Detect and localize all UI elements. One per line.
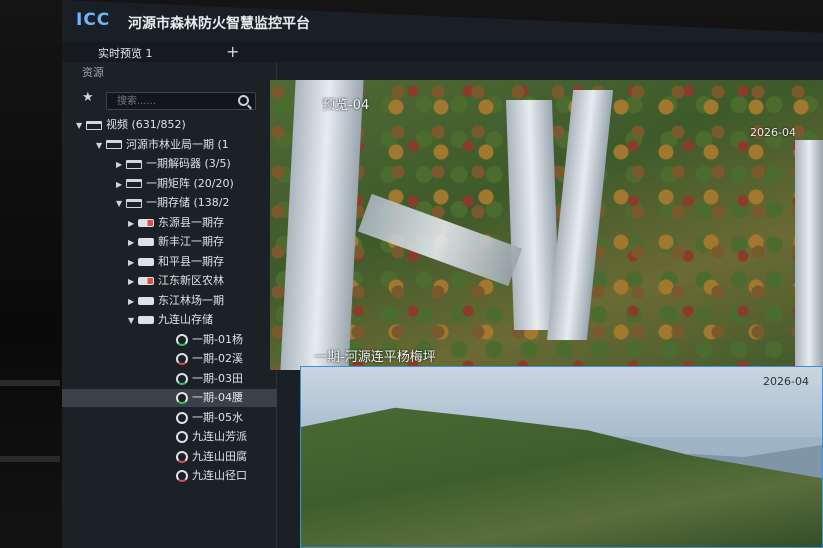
caret-right-icon[interactable]: ▶ (128, 258, 138, 267)
caret-right-icon[interactable]: ▶ (128, 277, 138, 286)
tree-node-label: 和平县一期存 (158, 254, 224, 268)
tree-node[interactable]: ▶ 新丰江一期存 (128, 233, 224, 251)
search-box[interactable] (106, 92, 256, 110)
tree-node-label: 一期矩阵 (20/20) (146, 176, 234, 190)
tree-node-label: 一期存储 (138/2 (146, 196, 230, 209)
camera-icon (176, 411, 188, 424)
tree-node[interactable]: ▶ 和平县一期存 (128, 253, 224, 271)
tree-node-label: 一期-05水 (192, 410, 243, 424)
camera-icon (176, 470, 188, 482)
caret-down-icon[interactable]: ▼ (128, 316, 138, 325)
caret-down-icon[interactable]: ▼ (116, 199, 126, 208)
tree-node-label: 江东新区农林 (158, 274, 224, 287)
search-input[interactable] (117, 94, 227, 108)
tree-node-label: 九连山存储 (158, 313, 213, 326)
camera-icon (176, 392, 188, 404)
camera-icon (176, 450, 188, 463)
tree-node-label: 一期-02溪 (192, 352, 243, 365)
camera-icon (176, 431, 188, 443)
tree-node[interactable]: ▶ 江东新区农林 (128, 272, 224, 290)
search-icon[interactable] (238, 95, 249, 106)
storage-device-icon (138, 238, 154, 246)
monitor-screen: ICC 河源市森林防火智慧监控平台 实时预览 1 + 资源 ★ ▼ 视频 (631… (62, 0, 823, 548)
tree-node[interactable]: ▶ 一期矩阵 (20/20) (116, 175, 234, 193)
app-title: 河源市森林防火智慧监控平台 (128, 16, 310, 32)
tree-node[interactable]: ▶ 一期解码器 (3/5) (116, 155, 231, 173)
tree-node[interactable]: 一期-04腰 (62, 389, 277, 407)
org-folder-icon (126, 179, 142, 188)
tree-node-label: 一期-03田 (192, 371, 243, 385)
tab-live-preview[interactable]: 实时预览 1 (98, 45, 153, 61)
tree-node-label: 东源县一期存 (158, 215, 224, 229)
tree-node[interactable]: 九连山芳派 (166, 428, 247, 446)
room-light-stripe (0, 456, 60, 462)
app-logo: ICC (76, 10, 111, 30)
caret-right-icon[interactable]: ▶ (116, 180, 126, 189)
tile-timestamp: 2026-04 (763, 375, 809, 388)
caret-right-icon[interactable]: ▶ (128, 297, 138, 306)
favorites-star-icon[interactable]: ★ (82, 90, 94, 105)
caret-right-icon[interactable]: ▶ (128, 238, 138, 247)
sidebar-header: 资源 (82, 66, 104, 79)
tree-node-label: 一期解码器 (3/5) (146, 157, 231, 170)
org-folder-icon (126, 159, 142, 169)
tree-node[interactable]: 九连山田腐 (166, 448, 247, 466)
tree-node[interactable]: 一期-05水 (166, 409, 243, 427)
storage-device-icon (138, 257, 154, 266)
caret-right-icon[interactable]: ▶ (128, 219, 138, 228)
camera-icon (176, 333, 188, 346)
tree-node[interactable]: ▶ 东源县一期存 (128, 214, 224, 232)
tree-node-label: 东江林场一期 (158, 293, 224, 307)
tree-node-label: 视频 (631/852) (106, 118, 186, 131)
tree-node-label: 九连山芳派 (192, 430, 247, 443)
storage-device-icon (138, 218, 154, 227)
tree-node[interactable]: 九连山径口 (166, 467, 247, 485)
tile-timestamp: 2026-04 (750, 126, 796, 139)
tree-node-label: 新丰江一期存 (158, 235, 224, 248)
video-tile-2[interactable]: 2026-04 (300, 366, 823, 548)
org-folder-icon (126, 198, 142, 208)
org-folder-icon (86, 120, 102, 130)
tree-node[interactable]: ▼ 视频 (631/852) (76, 116, 186, 134)
caret-right-icon[interactable]: ▶ (116, 160, 126, 169)
tree-node[interactable]: 一期-02溪 (166, 350, 243, 368)
caret-down-icon[interactable]: ▼ (76, 121, 86, 130)
camera-icon (176, 353, 188, 365)
tree-node[interactable]: ▼ 河源市林业局一期 (1 (96, 136, 229, 154)
org-folder-icon (106, 140, 122, 149)
tree-node[interactable]: ▼ 一期存储 (138/2 (116, 194, 230, 212)
tree-node-label: 一期-04腰 (192, 391, 243, 404)
tree-node-label: 九连山田腐 (192, 449, 247, 463)
caret-down-icon[interactable]: ▼ (96, 141, 106, 150)
tree-node-label: 一期-01杨 (192, 332, 243, 346)
tree-node[interactable]: 一期-01杨 (166, 331, 243, 349)
camera-icon (176, 372, 188, 385)
storage-device-icon (138, 277, 154, 285)
tree-node[interactable]: ▶ 东江林场一期 (128, 292, 224, 310)
tab-bar: 实时预览 1 + (62, 42, 823, 62)
resource-sidebar: 资源 ★ ▼视频 (631/852)▼河源市林业局一期 (1▶一期解码器 (3/… (62, 62, 277, 548)
storage-device-icon (138, 296, 154, 305)
video-tile-1[interactable]: 预览-04 2026-04 一期-河源连平杨梅坪 (270, 80, 823, 370)
tree-node[interactable]: 一期-03田 (166, 370, 243, 388)
storage-device-icon (138, 316, 154, 324)
tree-node-label: 河源市林业局一期 (1 (126, 137, 229, 151)
tile-top-label: 预览-04 (322, 98, 370, 113)
tower-leg (795, 140, 823, 370)
tile-channel-name: 一期-河源连平杨梅坪 (314, 350, 436, 365)
tree-node-label: 九连山径口 (192, 469, 247, 482)
tree-node[interactable]: ▼ 九连山存储 (128, 311, 213, 329)
add-tab-button[interactable]: + (226, 42, 239, 61)
room-light-stripe (0, 380, 60, 386)
